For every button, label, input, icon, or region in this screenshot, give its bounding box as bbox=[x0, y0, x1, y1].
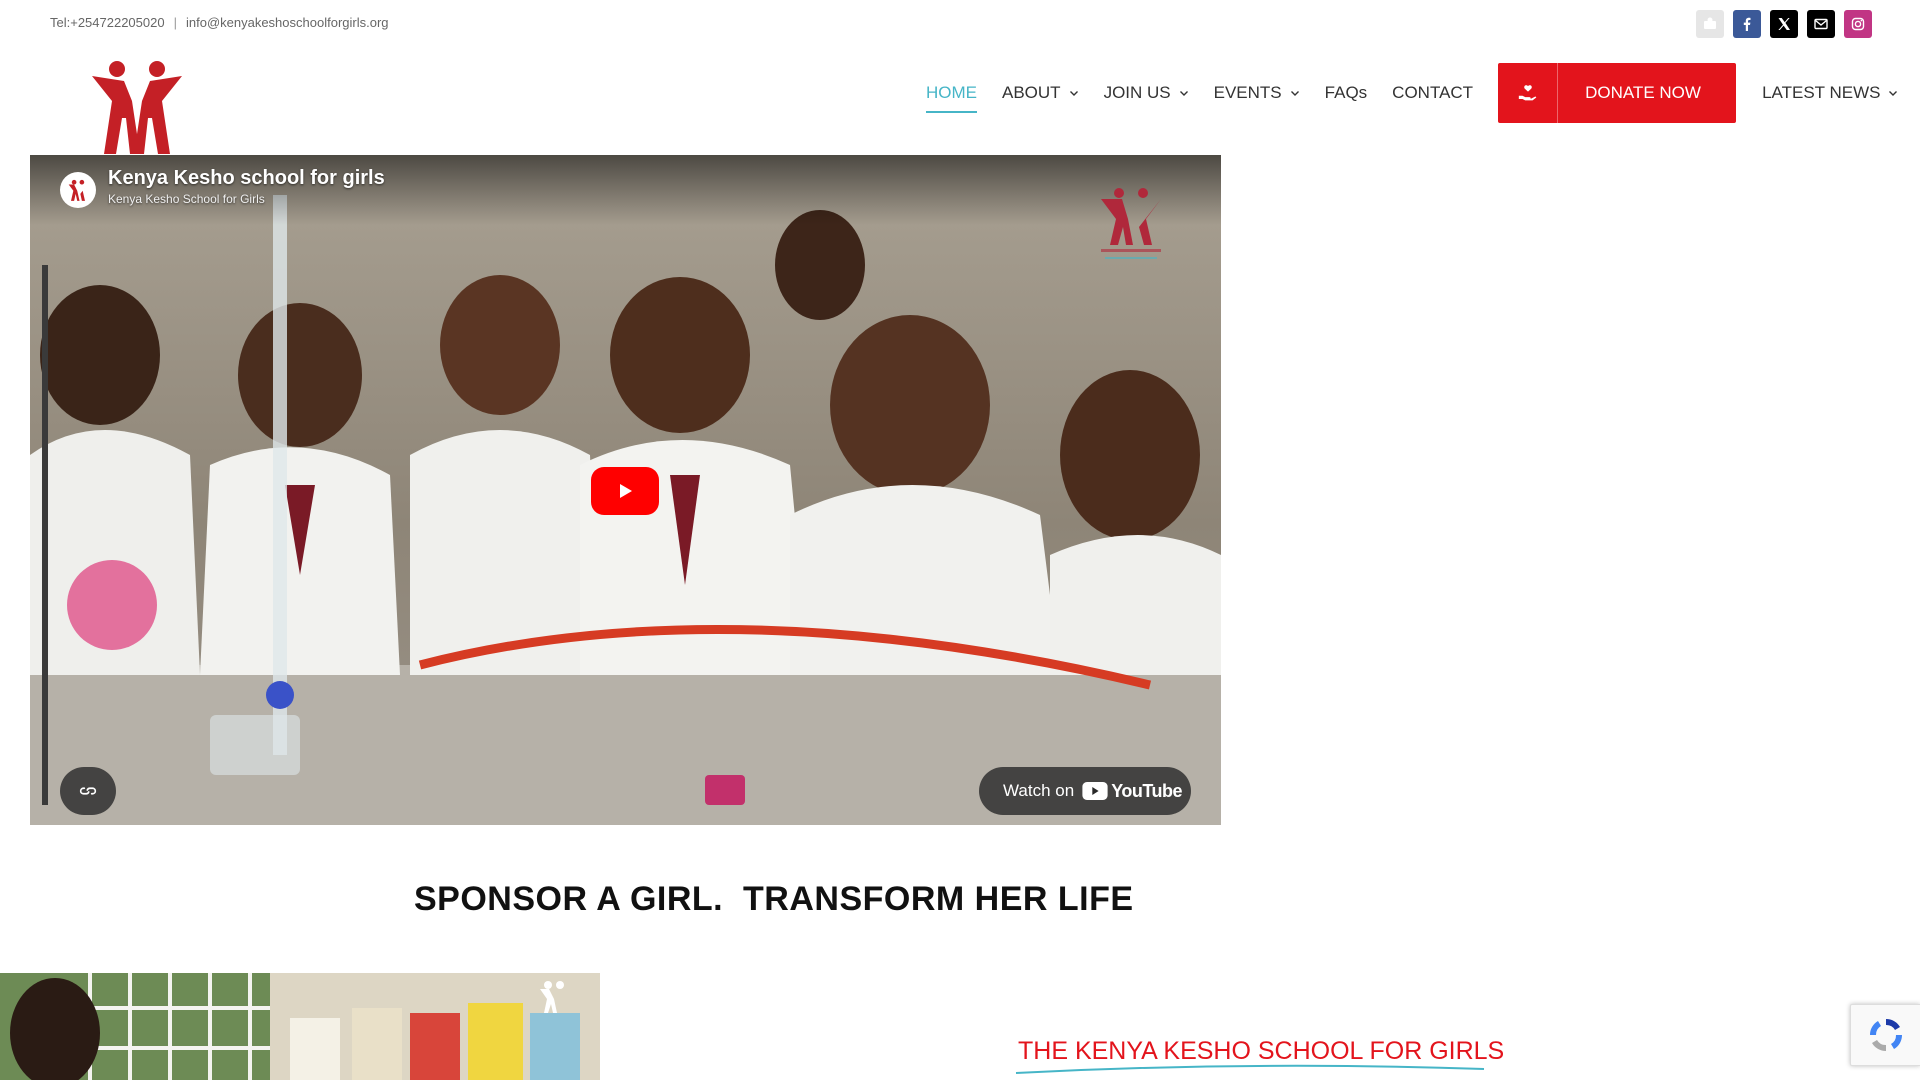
nav-join-us-label: JOIN US bbox=[1103, 83, 1171, 102]
instagram-icon[interactable] bbox=[1844, 10, 1872, 38]
channel-avatar[interactable] bbox=[60, 172, 96, 208]
video-title[interactable]: Kenya Kesho school for girls bbox=[108, 167, 385, 190]
recaptcha-badge[interactable] bbox=[1850, 1004, 1920, 1066]
chevron-down-icon bbox=[1889, 91, 1898, 96]
contact-info: Tel:+254722205020 | info@kenyakeshoschoolf… bbox=[50, 15, 389, 30]
main-nav: HOME ABOUT JOIN US EVENTS FAQs CONTACT D… bbox=[926, 63, 1920, 123]
site-logo[interactable] bbox=[82, 56, 192, 156]
mail-alt-icon[interactable] bbox=[1696, 10, 1724, 38]
play-icon bbox=[620, 484, 632, 498]
chevron-down-icon bbox=[1069, 91, 1078, 96]
nav-about-label: ABOUT bbox=[1002, 83, 1061, 102]
chevron-down-icon bbox=[1290, 91, 1299, 96]
classroom-photo bbox=[0, 973, 600, 1080]
watermark-logo bbox=[1101, 188, 1161, 259]
youtube-wordmark: YouTube bbox=[1111, 780, 1183, 801]
nav-about[interactable]: ABOUT bbox=[1002, 63, 1079, 123]
youtube-play-icon bbox=[1082, 782, 1108, 800]
nav-contact-label: CONTACT bbox=[1392, 83, 1474, 102]
nav-latest-news[interactable]: LATEST NEWS bbox=[1762, 63, 1898, 123]
donate-now-label: DONATE NOW bbox=[1585, 83, 1701, 102]
nav-faqs-label: FAQs bbox=[1324, 83, 1368, 102]
social-links bbox=[1696, 10, 1872, 38]
donate-now-button[interactable]: DONATE NOW bbox=[1498, 63, 1737, 123]
nav-contact[interactable]: CONTACT bbox=[1392, 63, 1473, 123]
contact-separator: | bbox=[173, 15, 177, 30]
video-channel-name[interactable]: Kenya Kesho School for Girls bbox=[108, 192, 265, 206]
classroom-image bbox=[0, 973, 600, 1080]
nav-home-label: HOME bbox=[926, 83, 977, 102]
facebook-icon[interactable] bbox=[1733, 10, 1761, 38]
email-link[interactable]: info@kenyakeshoschoolforgirls.org bbox=[186, 15, 389, 30]
nav-faqs[interactable]: FAQs bbox=[1325, 63, 1368, 123]
nav-events[interactable]: EVENTS bbox=[1214, 63, 1300, 123]
top-bar: Tel:+254722205020 | info@kenyakeshoschoolf… bbox=[0, 0, 1920, 46]
nav-latest-news-label: LATEST NEWS bbox=[1762, 83, 1881, 102]
play-button[interactable] bbox=[591, 467, 659, 515]
video-overlay-top bbox=[30, 155, 1221, 225]
email-icon[interactable] bbox=[1807, 10, 1835, 38]
copy-link-button[interactable] bbox=[60, 767, 116, 815]
recaptcha-icon bbox=[1869, 1018, 1902, 1052]
youtube-video-embed[interactable]: Kenya Kesho school for girls Kenya Kesho… bbox=[30, 155, 1221, 825]
hand-heart-icon bbox=[1498, 63, 1559, 123]
title-underline bbox=[1015, 1064, 1485, 1074]
phone-number[interactable]: Tel:+254722205020 bbox=[50, 15, 165, 30]
chevron-down-icon bbox=[1179, 91, 1188, 96]
school-section-title: THE KENYA KESHO SCHOOL FOR GIRLS bbox=[1018, 1037, 1505, 1065]
nav-join-us[interactable]: JOIN US bbox=[1104, 63, 1189, 123]
nav-events-label: EVENTS bbox=[1213, 83, 1282, 102]
watch-on-label: Watch on bbox=[1003, 781, 1075, 800]
nav-home[interactable]: HOME bbox=[926, 63, 977, 123]
link-icon bbox=[79, 787, 97, 795]
youtube-logo: YouTube bbox=[1082, 780, 1183, 802]
watch-on-youtube-button[interactable]: Watch on YouTube bbox=[979, 767, 1191, 815]
sponsor-headline: SPONSOR A GIRL. TRANSFORM HER LIFE bbox=[414, 880, 1134, 918]
x-twitter-icon[interactable] bbox=[1770, 10, 1798, 38]
